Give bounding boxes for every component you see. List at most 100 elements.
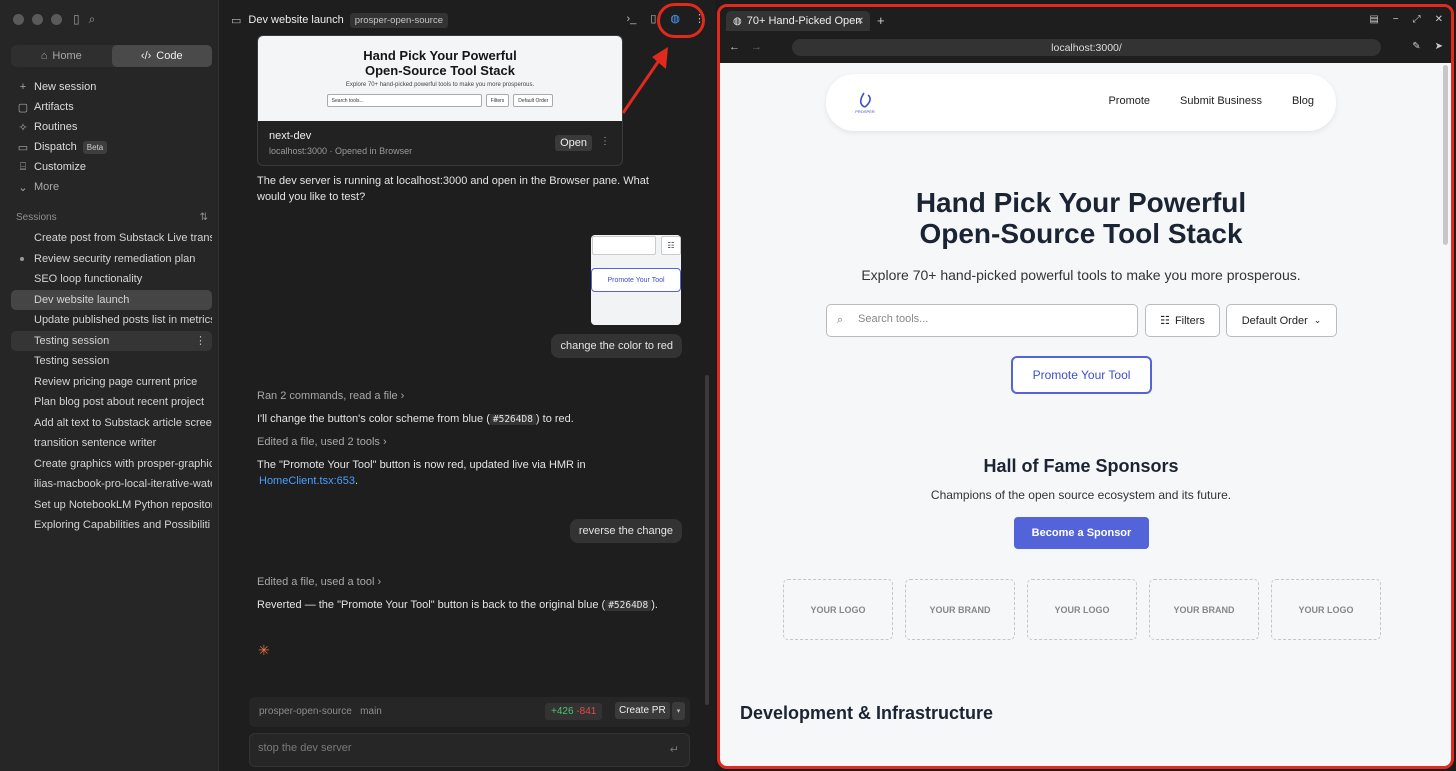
session-item[interactable]: Update published posts list in metrics: [11, 310, 212, 331]
tool-summary[interactable]: Ran 2 commands, read a file ›: [257, 390, 404, 402]
session-item[interactable]: transition sentence writer: [11, 433, 212, 454]
nav-link-blog[interactable]: Blog: [1292, 95, 1314, 107]
browser-tabbar: ◍ 70+ Hand-Picked Open ✕ + ▤ − ⤢ ✕: [720, 7, 1451, 33]
session-item[interactable]: Plan blog post about recent project: [11, 392, 212, 413]
branch-name: main: [360, 706, 382, 717]
prompt-input[interactable]: [258, 742, 638, 754]
sponsor-slot[interactable]: YOUR LOGO: [1271, 579, 1381, 640]
site-nav-links: Promote Submit Business Blog: [1108, 95, 1314, 107]
nav-routines[interactable]: ✧ Routines: [11, 117, 212, 137]
session-item[interactable]: Add alt text to Substack article scree: [11, 413, 212, 434]
tab-home[interactable]: ⌂ Home: [11, 45, 112, 67]
attached-image[interactable]: ☷ Promote Your Tool: [591, 235, 681, 325]
forward-arrow-icon[interactable]: →: [751, 41, 762, 53]
session-item[interactable]: Review pricing page current price: [11, 372, 212, 393]
browser-pane: ◍ 70+ Hand-Picked Open ✕ + ▤ − ⤢ ✕ ← → l…: [717, 4, 1454, 769]
unread-dot-icon: [20, 256, 24, 261]
nav-link-submit-business[interactable]: Submit Business: [1180, 95, 1262, 107]
chevron-down-icon[interactable]: ▾: [672, 702, 685, 720]
prompt-box: ↵: [249, 733, 690, 767]
minimize-icon[interactable]: −: [1393, 14, 1399, 25]
session-item[interactable]: Testing session: [11, 351, 212, 372]
more-options-icon[interactable]: ⋮: [195, 334, 206, 347]
panel-icon[interactable]: ▯: [650, 12, 656, 25]
session-item[interactable]: ilias-macbook-pro-local-iterative-wate: [11, 474, 212, 495]
chat-scrollbar[interactable]: [705, 375, 709, 705]
session-item[interactable]: Testing session ⋮: [11, 330, 212, 351]
back-arrow-icon[interactable]: ←: [729, 41, 740, 53]
edit-icon[interactable]: ✎: [1412, 41, 1420, 52]
routines-icon: ✧: [18, 121, 28, 134]
close-icon[interactable]: ✕: [1435, 14, 1443, 25]
hall-of-fame-subtitle: Champions of the open source ecosystem a…: [930, 488, 1232, 502]
thinking-spinner-icon: ✳: [258, 642, 270, 658]
tool-summary[interactable]: Edited a file, used 2 tools ›: [257, 436, 387, 448]
pointer-icon[interactable]: ➤: [1435, 41, 1443, 52]
assistant-message: I'll change the button's color scheme fr…: [257, 413, 574, 425]
nav-artifacts[interactable]: ▢ Artifacts: [11, 97, 212, 117]
terminal-icon[interactable]: ›_: [627, 13, 637, 25]
globe-icon: ◍: [733, 15, 742, 27]
filters-button[interactable]: ☷ Filters: [1145, 304, 1220, 337]
window-controls: [13, 14, 62, 25]
browser-tab[interactable]: ◍ 70+ Hand-Picked Open ✕: [726, 11, 870, 31]
layout-icon[interactable]: ▤: [1369, 14, 1378, 25]
promote-your-tool-button[interactable]: Promote Your Tool: [1011, 356, 1152, 394]
sponsor-logo-row: YOUR LOGO YOUR BRAND YOUR LOGO YOUR BRAN…: [783, 579, 1381, 640]
sponsor-slot[interactable]: YOUR LOGO: [1027, 579, 1137, 640]
preview-card: Hand Pick Your Powerful Open-Source Tool…: [257, 35, 623, 166]
highlight-circle: [657, 3, 705, 38]
become-sponsor-button[interactable]: Become a Sponsor: [1014, 517, 1149, 549]
zoom-window-button[interactable]: [51, 14, 62, 25]
code-icon: ‹/›: [140, 50, 152, 62]
nav-customize[interactable]: ⌸ Customize: [11, 157, 212, 177]
search-icon[interactable]: ⌕: [89, 12, 96, 27]
new-tab-icon[interactable]: +: [877, 13, 885, 28]
app-window: ▯ ⌕ ⌂ Home ‹/› Code + New session ▢ Artifact…: [0, 0, 1456, 771]
url-bar[interactable]: localhost:3000/: [792, 39, 1381, 56]
nav-new-session[interactable]: + New session: [11, 77, 212, 97]
preview-controls: Search tools... Filters Default Order: [258, 94, 622, 107]
expand-icon[interactable]: ⤢: [1413, 14, 1421, 25]
session-item[interactable]: Create post from Substack Live trans: [11, 228, 212, 249]
file-link[interactable]: HomeClient.tsx:653: [259, 475, 355, 487]
tool-summary[interactable]: Edited a file, used a tool ›: [257, 576, 381, 588]
sponsor-slot[interactable]: YOUR BRAND: [1149, 579, 1259, 640]
session-item[interactable]: Review security remediation plan: [11, 249, 212, 270]
nav-dispatch[interactable]: ▭ Dispatch Beta: [11, 137, 212, 157]
branch-repo: prosper-open-source: [259, 706, 352, 717]
more-options-icon[interactable]: ⋮: [600, 136, 610, 147]
minimize-window-button[interactable]: [32, 14, 43, 25]
search-input[interactable]: [858, 313, 1128, 325]
filter-sessions-icon[interactable]: ⇅: [200, 212, 208, 223]
beta-badge: Beta: [82, 140, 108, 154]
session-item[interactable]: Exploring Capabilities and Possibiliti: [11, 515, 212, 536]
open-button[interactable]: Open: [555, 135, 592, 151]
svg-text:PROSPER: PROSPER: [855, 109, 875, 114]
hero-subtitle: Explore 70+ hand-picked powerful tools t…: [861, 267, 1301, 283]
sponsor-slot[interactable]: YOUR LOGO: [783, 579, 893, 640]
tab-code[interactable]: ‹/› Code: [111, 45, 212, 67]
diff-stats[interactable]: +426 -841: [545, 703, 603, 720]
enter-icon[interactable]: ↵: [670, 743, 679, 756]
nav-more[interactable]: ⌄ More: [11, 177, 212, 197]
session-item[interactable]: SEO loop functionality: [11, 269, 212, 290]
session-item-selected[interactable]: Dev website launch: [11, 289, 212, 310]
create-pr-button[interactable]: Create PR: [615, 702, 670, 719]
sponsor-slot[interactable]: YOUR BRAND: [905, 579, 1015, 640]
close-window-button[interactable]: [13, 14, 24, 25]
chevron-down-icon: ⌄: [1313, 315, 1322, 325]
page-scrollbar[interactable]: [1443, 65, 1448, 245]
session-item[interactable]: Create graphics with prosper-graphic: [11, 454, 212, 475]
plus-icon: +: [19, 81, 27, 93]
toggle-sidebar-icon[interactable]: ▯: [73, 12, 80, 27]
repo-tag[interactable]: prosper-open-source: [349, 12, 448, 28]
chat-header: ▭ Dev website launch prosper-open-source…: [219, 0, 715, 40]
user-message: reverse the change: [569, 519, 682, 543]
dispatch-icon: ▭: [17, 141, 29, 154]
session-item[interactable]: Set up NotebookLM Python repositor: [11, 495, 212, 516]
nav-link-promote[interactable]: Promote: [1108, 95, 1150, 107]
close-tab-icon[interactable]: ✕: [856, 16, 864, 27]
prosper-logo-icon[interactable]: PROSPER: [850, 91, 880, 115]
sort-order-select[interactable]: Default Order ⌄: [1226, 304, 1337, 337]
